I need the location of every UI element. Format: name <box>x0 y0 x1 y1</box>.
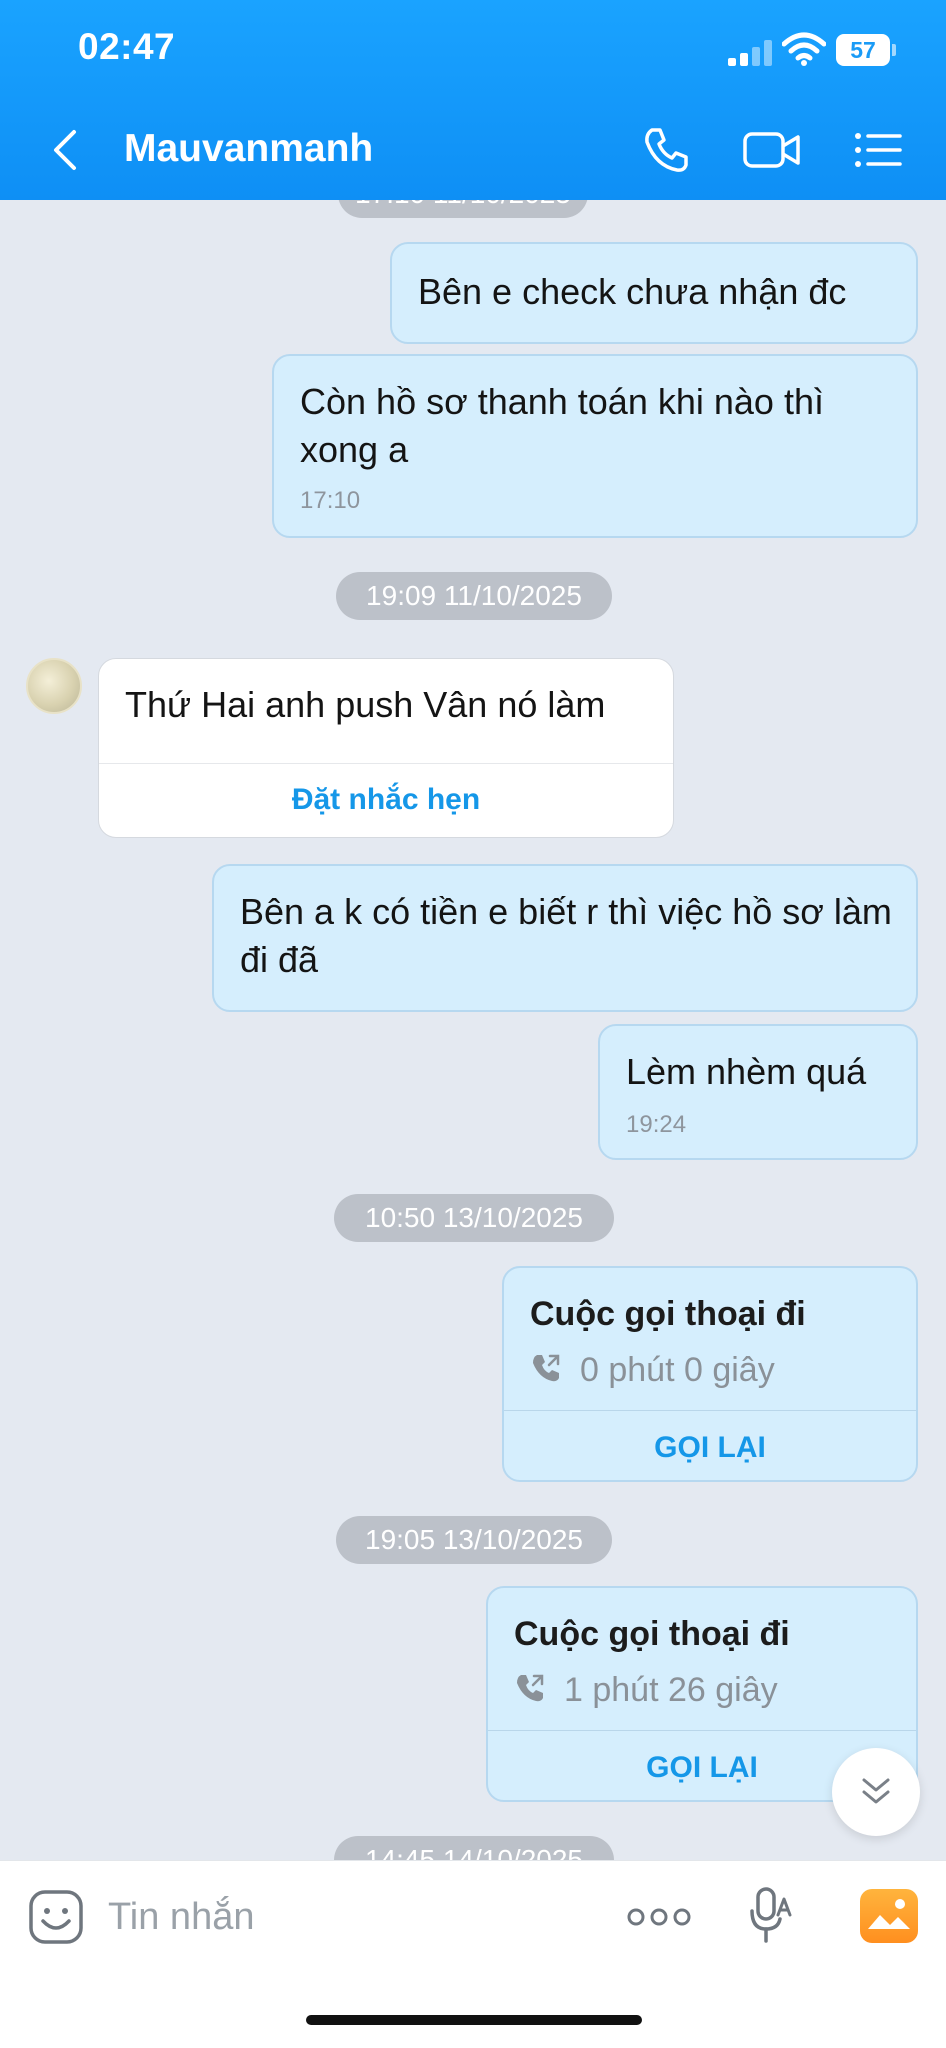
call-bubble[interactable]: Cuộc gọi thoại đi 0 phút 0 giây GỌI LẠI <box>502 1266 918 1482</box>
call-duration: 0 phút 0 giây <box>580 1351 775 1389</box>
menu-icon[interactable] <box>852 124 904 176</box>
outgoing-call-icon <box>533 1354 560 1382</box>
cellular-signal-icon <box>728 40 774 66</box>
chevron-double-down-icon <box>862 1778 890 1804</box>
status-time: 02:47 <box>78 26 176 67</box>
message-time: 19:24 <box>626 1111 687 1138</box>
message-text: Lèm nhèm quá <box>626 1051 867 1092</box>
phone-icon[interactable] <box>640 124 692 176</box>
outgoing-call-icon <box>517 1674 544 1702</box>
timestamp-pill: 19:09 11/10/2025 <box>336 572 612 620</box>
image-picker-icon[interactable] <box>860 1889 918 1943</box>
timestamp-pill: 17:10 11/10/2025 <box>338 200 588 218</box>
message-text: Bên a k có tiền e biết r thì việc hồ sơ … <box>240 891 892 980</box>
battery-icon: 57 <box>836 34 896 66</box>
chat-header: 02:47 57 Mauvanmanh <box>0 0 946 200</box>
video-call-icon[interactable] <box>742 124 802 176</box>
message-text: Thứ Hai anh push Vân nó làm <box>125 684 606 725</box>
call-back-button[interactable]: GỌI LẠI <box>504 1412 916 1484</box>
message-bubble-outgoing[interactable]: Lèm nhèm quá 19:24 <box>598 1024 918 1160</box>
photo-icon <box>868 1899 910 1929</box>
contact-name[interactable]: Mauvanmanh <box>124 127 373 171</box>
home-indicator <box>306 2015 642 2025</box>
composer-bar <box>0 1860 946 2048</box>
message-bubble-incoming[interactable]: Thứ Hai anh push Vân nó làm Đặt nhắc hẹn <box>98 658 674 838</box>
message-input[interactable] <box>108 1891 588 1943</box>
message-text: Còn hồ sơ thanh toán khi nào thì xong a <box>300 381 824 470</box>
message-text: Bên e check chưa nhận đc <box>418 271 847 312</box>
battery-level: 57 <box>836 34 890 66</box>
message-time: 17:10 <box>300 487 361 514</box>
call-title: Cuộc gọi thoại đi <box>514 1615 790 1653</box>
call-duration: 1 phút 26 giây <box>564 1671 778 1709</box>
message-bubble-outgoing[interactable]: Bên e check chưa nhận đc <box>390 242 918 344</box>
wifi-icon <box>782 32 826 66</box>
timestamp-pill: 19:05 13/10/2025 <box>336 1516 612 1564</box>
scroll-to-bottom-button[interactable] <box>832 1748 920 1836</box>
contact-avatar[interactable] <box>26 658 82 714</box>
sticker-emoji-icon[interactable] <box>28 1889 84 1945</box>
set-reminder-button[interactable]: Đặt nhắc hẹn <box>99 763 673 837</box>
call-title: Cuộc gọi thoại đi <box>530 1295 806 1333</box>
message-bubble-outgoing[interactable]: Còn hồ sơ thanh toán khi nào thì xong a … <box>272 354 918 538</box>
back-icon[interactable] <box>48 128 84 172</box>
timestamp-pill: 10:50 13/10/2025 <box>334 1194 614 1242</box>
voice-input-icon[interactable] <box>748 1885 792 1945</box>
message-bubble-outgoing[interactable]: Bên a k có tiền e biết r thì việc hồ sơ … <box>212 864 918 1012</box>
message-list[interactable]: 17:10 11/10/2025 Bên e check chưa nhận đ… <box>0 200 946 1860</box>
timestamp-pill: 14:45 14/10/2025 <box>334 1836 614 1860</box>
more-options-icon[interactable] <box>626 1901 692 1933</box>
